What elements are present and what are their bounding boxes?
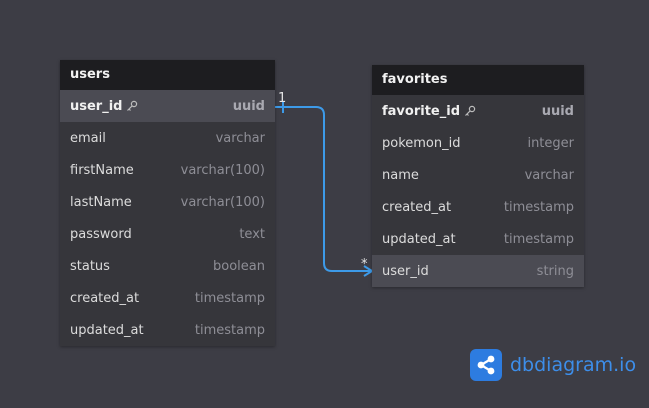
column-row-updated-at[interactable]: updated_at timestamp <box>372 223 584 255</box>
column-name: password <box>70 227 132 242</box>
column-name: created_at <box>70 291 139 306</box>
relationship-many-label: * <box>361 257 368 272</box>
brand-text: dbdiagram.io <box>510 354 637 376</box>
column-row-user-id[interactable]: user_id string <box>372 255 584 287</box>
users-table-header[interactable]: users <box>60 60 275 90</box>
relationship-one-label: 1 <box>278 91 287 106</box>
column-row-created-at[interactable]: created_at timestamp <box>372 191 584 223</box>
column-name: status <box>70 259 110 274</box>
column-row-name[interactable]: name varchar <box>372 159 584 191</box>
column-type: uuid <box>541 103 574 119</box>
column-name-text: user_id <box>70 98 123 114</box>
column-name: firstName <box>70 163 134 178</box>
column-name-text: created_at <box>70 290 140 306</box>
column-row-user-id[interactable]: user_id uuid <box>60 90 275 122</box>
column-row-status[interactable]: status boolean <box>60 250 275 282</box>
column-type: varchar(100) <box>180 194 265 210</box>
column-row-lastname[interactable]: lastName varchar(100) <box>60 186 275 218</box>
column-row-created-at[interactable]: created_at timestamp <box>60 282 275 314</box>
column-type: string <box>536 263 574 279</box>
key-icon <box>465 105 476 116</box>
users-table[interactable]: users user_id uuid email varchar firstName va… <box>60 60 275 346</box>
column-name: created_at <box>382 200 451 215</box>
column-name: favorite_id <box>382 104 476 119</box>
column-name: pokemon_id <box>382 136 461 151</box>
column-name: email <box>70 131 106 146</box>
column-row-email[interactable]: email varchar <box>60 122 275 154</box>
column-type: integer <box>527 135 574 151</box>
column-name: updated_at <box>70 323 144 338</box>
column-type: text <box>239 226 265 242</box>
column-name: user_id <box>70 99 138 114</box>
column-type: timestamp <box>503 199 574 215</box>
column-row-pokemon-id[interactable]: pokemon_id integer <box>372 127 584 159</box>
column-type: varchar <box>524 167 574 183</box>
column-name: name <box>382 168 419 183</box>
column-name-text: user_id <box>382 263 429 279</box>
column-name-text: email <box>70 130 106 146</box>
column-row-updated-at[interactable]: updated_at timestamp <box>60 314 275 346</box>
column-name-text: name <box>382 167 419 183</box>
column-name-text: password <box>70 226 132 242</box>
column-type: timestamp <box>194 322 265 338</box>
column-type: uuid <box>232 98 265 114</box>
column-type: boolean <box>213 258 265 274</box>
share-nodes-icon <box>470 349 502 381</box>
column-name-text: status <box>70 258 110 274</box>
column-name-text: lastName <box>70 194 132 210</box>
column-name-text: firstName <box>70 162 134 178</box>
favorites-table-header[interactable]: favorites <box>372 65 584 95</box>
favorites-table[interactable]: favorites favorite_id uuid pokemon_id integ… <box>372 65 584 287</box>
column-name-text: updated_at <box>70 322 144 338</box>
dbdiagram-brand[interactable]: dbdiagram.io <box>470 349 636 381</box>
column-name: updated_at <box>382 232 456 247</box>
column-type: timestamp <box>194 290 265 306</box>
column-name-text: favorite_id <box>382 103 460 119</box>
relationship-line[interactable] <box>275 106 372 272</box>
column-name-text: pokemon_id <box>382 135 461 151</box>
column-row-password[interactable]: password text <box>60 218 275 250</box>
column-row-firstname[interactable]: firstName varchar(100) <box>60 154 275 186</box>
column-type: varchar(100) <box>180 162 265 178</box>
column-name-text: updated_at <box>382 231 456 247</box>
column-row-favorite-id[interactable]: favorite_id uuid <box>372 95 584 127</box>
column-name-text: created_at <box>382 199 452 215</box>
column-name: user_id <box>382 264 429 279</box>
column-type: timestamp <box>503 231 574 247</box>
column-type: varchar <box>215 130 265 146</box>
key-icon <box>127 100 138 111</box>
column-name: lastName <box>70 195 132 210</box>
